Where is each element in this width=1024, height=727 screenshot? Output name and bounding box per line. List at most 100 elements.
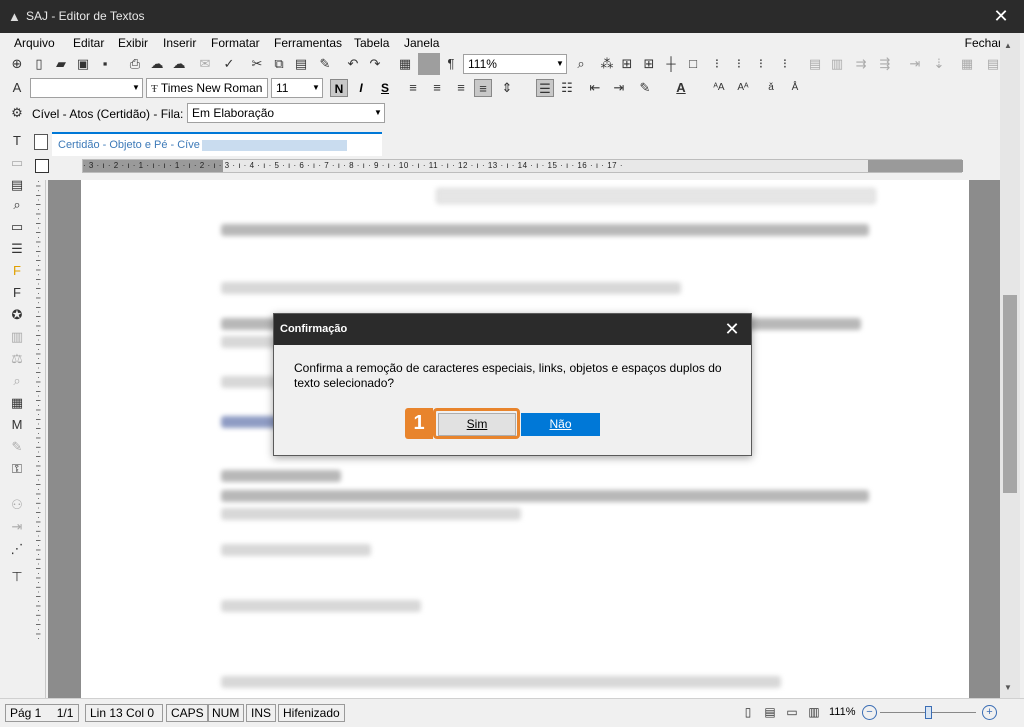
open-model-icon[interactable]: ▣ [74, 55, 92, 73]
share-icon[interactable]: ⋰ [8, 540, 26, 558]
print-layout-icon[interactable]: ▤ [762, 704, 778, 720]
undo-icon[interactable]: ↶ [344, 55, 362, 73]
italic-button[interactable]: I [352, 79, 370, 97]
table-style-icon[interactable]: ▦ [958, 55, 976, 73]
menu-fechar[interactable]: Fechar [965, 36, 1002, 50]
increase-indent-icon[interactable]: ⇥ [610, 79, 628, 97]
paint-roller-icon[interactable]: ⊤ [8, 568, 26, 586]
document-search-icon[interactable]: ⌕ [8, 196, 26, 214]
style-select[interactable]: ▼ [30, 78, 143, 98]
bold-button[interactable]: N [330, 79, 348, 97]
table-props-icon[interactable]: ⁂ [598, 55, 616, 73]
remove-field-icon[interactable]: F [8, 284, 26, 302]
cut-icon[interactable]: ✂ [248, 55, 266, 73]
menu-ferramentas[interactable]: Ferramentas [274, 36, 342, 50]
font-select[interactable]: Ŧ Times New Roman [146, 78, 268, 98]
user-icon[interactable]: ⚇ [8, 496, 26, 514]
list-doc-icon[interactable]: ☰ [8, 240, 26, 258]
pilcrow-icon[interactable]: ¶ [442, 55, 460, 73]
search-doc-icon[interactable]: ⌕ [8, 372, 26, 390]
send-mail-icon[interactable]: ✉ [196, 55, 214, 73]
zoom-in-icon[interactable]: + [982, 705, 997, 720]
calendar-icon[interactable]: ▦ [8, 394, 26, 412]
comment-icon[interactable]: ▭ [8, 218, 26, 236]
menu-tabela[interactable]: Tabela [354, 36, 389, 50]
scroll-up-icon[interactable]: ▲ [1004, 41, 1012, 50]
superscript-icon[interactable]: ǎ [762, 79, 780, 97]
print-preview-icon[interactable]: ☁ [148, 55, 166, 73]
border-left-icon[interactable]: ⁝ [708, 55, 726, 73]
align-right-icon[interactable]: ≡ [452, 79, 470, 97]
print-setup-icon[interactable]: ☁ [170, 55, 188, 73]
menu-arquivo[interactable]: Arquivo [14, 36, 55, 50]
stamp-icon[interactable]: ⚖ [8, 350, 26, 368]
signature-icon[interactable]: M [8, 416, 26, 434]
justify-icon[interactable]: ≡ [474, 79, 492, 97]
menu-exibir[interactable]: Exibir [118, 36, 148, 50]
grow-font-icon[interactable]: ᴬA [710, 79, 728, 97]
table-select-icon[interactable]: ⊞ [618, 55, 636, 73]
spellcheck-icon[interactable]: ✓ [220, 55, 238, 73]
table-grid-icon[interactable]: ⊞ [640, 55, 658, 73]
zoom-slider-thumb[interactable] [925, 706, 932, 719]
templates-icon[interactable]: ▤ [8, 176, 26, 194]
export-icon[interactable]: ⇥ [8, 518, 26, 536]
align-left-icon[interactable]: ≡ [404, 79, 422, 97]
save-icon[interactable]: ▪ [96, 55, 114, 73]
cross-icon[interactable]: ┼ [662, 55, 680, 73]
lock-icon[interactable]: ⚿ [8, 460, 26, 478]
decrease-indent-icon[interactable]: ⇤ [586, 79, 604, 97]
page-layout-icon[interactable]: ▯ [740, 704, 756, 720]
zoom-select[interactable]: 111% ▼ [463, 54, 567, 74]
underline-button[interactable]: S [376, 79, 394, 97]
tab-stop-selector-icon[interactable] [35, 159, 49, 173]
subscript-icon[interactable]: Å [786, 79, 804, 97]
insert-table-icon[interactable]: ▦ [396, 55, 414, 73]
border-box-icon[interactable]: □ [684, 55, 702, 73]
horizontal-ruler[interactable]: · 3 · ı · 2 · ı · 1 · ı · ı · 1 · ı · 2 … [32, 156, 1000, 178]
bullet-list-icon[interactable]: ☰ [536, 79, 554, 97]
tab-document[interactable]: Certidão - Objeto e Pé - Cíve [52, 132, 382, 156]
queue-select[interactable]: Em Elaboração ▼ [187, 103, 385, 123]
no-button[interactable]: Não [521, 413, 600, 436]
scroll-down-icon[interactable]: ▼ [1004, 683, 1012, 692]
toggle-grid-icon[interactable] [418, 53, 440, 75]
align-center-icon[interactable]: ≡ [428, 79, 446, 97]
merge-cells-icon[interactable]: ⇉ [852, 55, 870, 73]
vertical-ruler[interactable]: · ı · ı · ı · ı · ı · ı · ı · ı · ı · ı … [32, 180, 46, 698]
menu-editar[interactable]: Editar [73, 36, 104, 50]
new-from-template-icon[interactable]: ⊕ [8, 55, 26, 73]
redo-icon[interactable]: ↷ [366, 55, 384, 73]
border-none-icon[interactable]: ⁝ [776, 55, 794, 73]
text-replace-icon[interactable]: T [8, 132, 26, 150]
insert-column-icon[interactable]: ▥ [828, 55, 846, 73]
copy-icon[interactable]: ⧉ [270, 55, 288, 73]
columns-icon[interactable]: ▥ [8, 328, 26, 346]
menu-janela[interactable]: Janela [404, 36, 439, 50]
new-document-icon[interactable]: ▯ [30, 55, 48, 73]
numbered-list-icon[interactable]: ☷ [558, 79, 576, 97]
vertical-scrollbar[interactable]: ▲ ▼ [1000, 33, 1020, 698]
border-inner-icon[interactable]: ⁝ [730, 55, 748, 73]
insert-row-icon[interactable]: ▤ [806, 55, 824, 73]
dialog-close-icon[interactable]: ✕ [721, 318, 743, 340]
draft-layout-icon[interactable]: ▥ [806, 704, 822, 720]
web-layout-icon[interactable]: ▭ [784, 704, 800, 720]
split-cells-icon[interactable]: ⇶ [876, 55, 894, 73]
f-document-icon[interactable]: F [8, 262, 26, 280]
shrink-font-icon[interactable]: Aᴬ [734, 79, 752, 97]
scrollbar-thumb[interactable] [1003, 295, 1017, 493]
window-close-button[interactable]: ✕ [978, 0, 1024, 33]
highlight-icon[interactable]: ✎ [636, 79, 654, 97]
yes-button[interactable]: Sim [438, 413, 516, 436]
font-size-select[interactable]: 11 ▼ [271, 78, 323, 98]
ruler-strip[interactable]: · 3 · ı · 2 · ı · 1 · ı · ı · 1 · ı · 2 … [82, 159, 963, 173]
border-right-icon[interactable]: ⁝ [752, 55, 770, 73]
zoom-out-icon[interactable]: − [862, 705, 877, 720]
style-icon[interactable]: A [8, 79, 26, 97]
menu-formatar[interactable]: Formatar [211, 36, 260, 50]
edit-icon[interactable]: ✎ [8, 438, 26, 456]
certificate-icon[interactable]: ✪ [8, 306, 26, 324]
open-folder-icon[interactable]: ▰ [52, 55, 70, 73]
print-icon[interactable]: ⎙ [126, 55, 144, 73]
